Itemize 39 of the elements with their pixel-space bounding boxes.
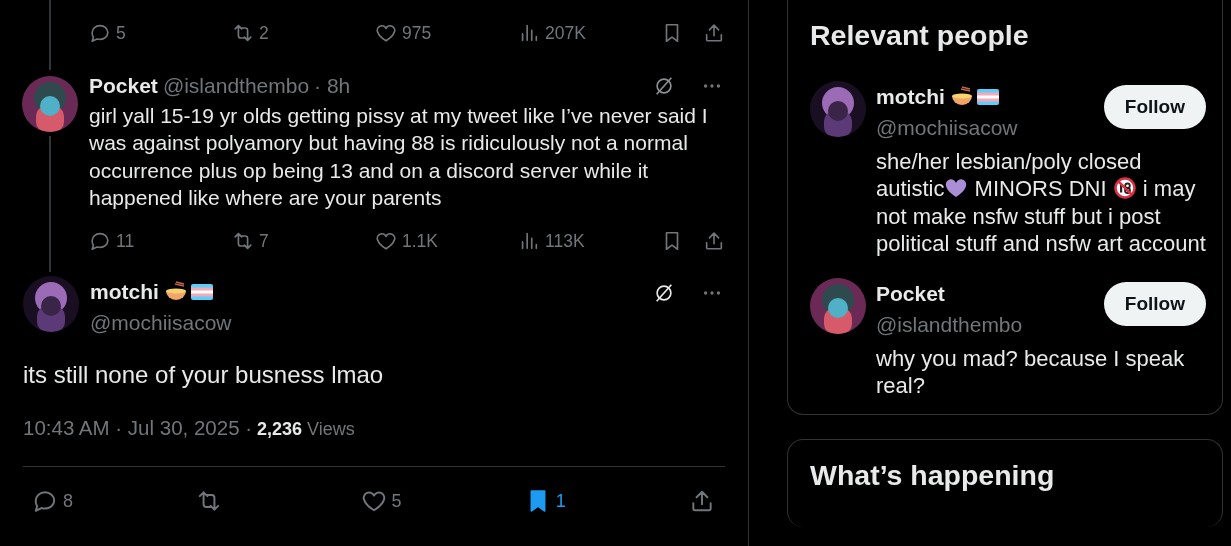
prohibited-icon	[1112, 176, 1137, 201]
post-text: girl yall 15-19 yr olds getting pissy at my tweet like I’ve never said I was against polyamory but having 88 is ridiculously not a normal occurrence plus op being 13 and on a discord server while it happened like where are your parents	[89, 102, 709, 211]
repost-button[interactable]: 2	[232, 20, 375, 47]
grok-icon[interactable]	[653, 281, 675, 304]
user-bio: she/her lesbian/poly closed autistic MINORS DNI i may not make nsfw stuff but i post political stuff and nsfw art account	[876, 147, 1206, 258]
follow-button[interactable]: Follow	[1103, 84, 1206, 130]
timestamp: 10:43 AM · Jul 30, 2025 ·	[23, 414, 253, 441]
views-button[interactable]: 113K	[518, 227, 661, 254]
like-button[interactable]: 5	[360, 487, 525, 515]
share-icon[interactable]	[703, 22, 725, 45]
user-handle: @mochiisacow	[876, 115, 1019, 142]
repost-button[interactable]: 7	[232, 227, 375, 254]
share-icon[interactable]	[689, 488, 715, 514]
bookmark-button[interactable]: 1	[524, 487, 689, 515]
user-name: motchi	[90, 278, 159, 305]
like-button[interactable]: 1.1K	[375, 227, 518, 254]
views-label: Views	[307, 417, 355, 441]
like-button[interactable]: 975	[375, 20, 518, 47]
user-bio: why you mad? because I speak real?	[876, 344, 1186, 400]
timestamp: · 8h	[314, 73, 351, 99]
section-title: Relevant people	[810, 18, 1030, 53]
reply-button[interactable]: 5	[89, 20, 232, 47]
reply-button[interactable]: 8	[32, 487, 197, 515]
user-name: Pocket	[876, 280, 945, 307]
user-name: motchi	[876, 83, 945, 110]
reply-icon	[89, 22, 111, 45]
user-handle: @mochiisacow	[90, 310, 232, 337]
avatar[interactable]	[22, 76, 78, 132]
post-text: its still none of your busness lmao	[23, 359, 385, 390]
user-handle: @islandthembo	[876, 312, 1024, 339]
follow-button[interactable]: Follow	[1103, 281, 1206, 327]
user-handle: @islandthembo	[162, 73, 310, 99]
grok-icon[interactable]	[653, 74, 675, 97]
reply-button[interactable]: 11	[89, 227, 232, 254]
section-title: What’s happening	[810, 457, 1056, 493]
views-button[interactable]: 207K	[518, 20, 661, 47]
user-name: Pocket	[89, 73, 158, 99]
view-count: 2,236	[257, 417, 303, 441]
reply-icon	[32, 488, 58, 514]
